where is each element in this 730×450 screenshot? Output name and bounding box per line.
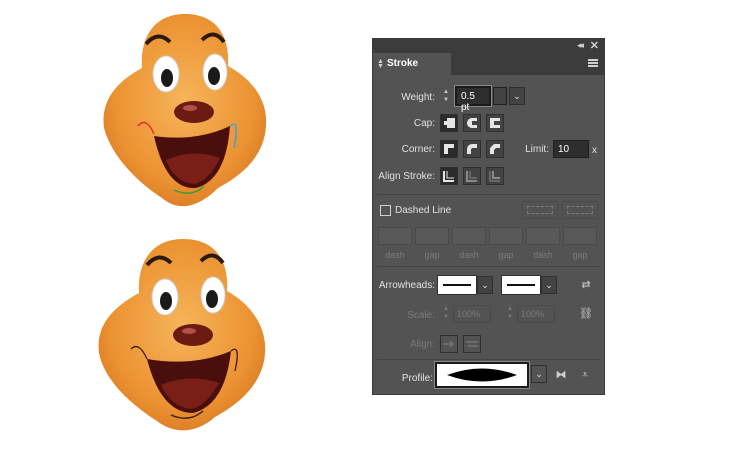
- profile-dropdown[interactable]: ⌄: [531, 365, 547, 383]
- panel-menu-icon[interactable]: [588, 59, 598, 67]
- weight-input[interactable]: 0.5 pt: [455, 86, 491, 113]
- left-pupil: [160, 292, 172, 310]
- panel-tab-row: ▲ ▼ Stroke: [373, 53, 604, 75]
- scale-end-input[interactable]: 100%: [517, 305, 555, 323]
- corner-label: Corner:: [401, 144, 435, 155]
- dash-label: dash: [459, 250, 479, 260]
- dashed-line-checkbox[interactable]: [380, 205, 391, 216]
- weight-unit-box: [493, 87, 507, 105]
- butt-cap-button[interactable]: [440, 114, 458, 132]
- profile-select[interactable]: [435, 362, 529, 388]
- dash-input-2[interactable]: [452, 227, 486, 245]
- double-chevron-left-icon[interactable]: ◂◂: [577, 40, 584, 51]
- limit-unit: x: [592, 145, 597, 156]
- bevel-join-button[interactable]: [486, 140, 504, 158]
- panel-titlebar: ◂◂ ✕: [373, 39, 604, 53]
- gap-label: gap: [572, 250, 588, 260]
- divider: [377, 194, 600, 195]
- weight-stepper[interactable]: ▲ ▼: [441, 88, 451, 106]
- gap-input-3[interactable]: [563, 227, 597, 245]
- scale-end-stepper[interactable]: ▲ ▼: [505, 305, 515, 323]
- left-pupil: [161, 69, 173, 87]
- dash-preserve-button[interactable]: [522, 201, 558, 219]
- flip-horizontal-icon[interactable]: ⧓: [553, 367, 569, 383]
- close-icon[interactable]: ✕: [590, 39, 599, 52]
- updown-icon: ▲ ▼: [377, 57, 384, 70]
- dash-label: dash: [385, 250, 405, 260]
- link-icon[interactable]: ⛓: [578, 306, 594, 322]
- start-arrowhead-dropdown[interactable]: ⌄: [477, 276, 493, 294]
- weight-dropdown[interactable]: ⌄: [509, 87, 525, 105]
- dash-input-3[interactable]: [526, 227, 560, 245]
- miter-join-button[interactable]: [440, 140, 458, 158]
- scale-start-stepper[interactable]: ▲ ▼: [441, 305, 451, 323]
- tab-stroke[interactable]: ▲ ▼ Stroke: [373, 53, 451, 75]
- align-center-button[interactable]: [440, 167, 458, 185]
- cartoon-face-bottom: [98, 239, 266, 431]
- scale-start-input[interactable]: 100%: [453, 305, 491, 323]
- round-join-button[interactable]: [463, 140, 481, 158]
- cartoon-face-top: [103, 14, 267, 207]
- stroke-panel: ◂◂ ✕ ▲ ▼ Stroke Weight: ▲ ▼ 0.5 pt ⌄ Cap: C…: [372, 38, 605, 395]
- divider: [377, 266, 600, 267]
- arrowheads-label: Arrowheads:: [378, 280, 435, 291]
- align-inside-button[interactable]: [463, 167, 481, 185]
- align-label: Align:: [409, 339, 435, 350]
- gap-label: gap: [424, 250, 440, 260]
- align-outside-button[interactable]: [486, 167, 504, 185]
- right-pupil: [208, 67, 220, 85]
- limit-input[interactable]: 10: [553, 140, 589, 158]
- start-arrowhead-select[interactable]: [437, 275, 477, 295]
- gap-input-2[interactable]: [489, 227, 523, 245]
- flip-vertical-icon[interactable]: ⩡: [577, 367, 593, 383]
- round-cap-button[interactable]: [463, 114, 481, 132]
- cap-label: Cap:: [413, 118, 435, 129]
- dash-input-1[interactable]: [378, 227, 412, 245]
- nose: [173, 324, 213, 346]
- gap-label: gap: [498, 250, 514, 260]
- right-pupil: [206, 290, 218, 308]
- profile-label: Profile:: [401, 373, 433, 384]
- gap-input-1[interactable]: [415, 227, 449, 245]
- arrow-tip-beyond-button[interactable]: [440, 335, 458, 353]
- dash-label: dash: [533, 250, 553, 260]
- nose: [174, 101, 214, 123]
- align-stroke-label: Align Stroke:: [378, 171, 435, 182]
- weight-label: Weight:: [401, 92, 435, 103]
- limit-label: Limit:: [525, 144, 549, 155]
- arrow-tip-at-end-button[interactable]: [463, 335, 481, 353]
- dashed-line-label: Dashed Line: [395, 205, 452, 216]
- dash-align-button[interactable]: [562, 201, 598, 219]
- divider: [377, 359, 600, 360]
- end-arrowhead-dropdown[interactable]: ⌄: [541, 276, 557, 294]
- projecting-cap-button[interactable]: [486, 114, 504, 132]
- swap-arrowheads-icon[interactable]: ⇄: [578, 277, 594, 293]
- end-arrowhead-select[interactable]: [501, 275, 541, 295]
- scale-label: Scale:: [407, 310, 435, 321]
